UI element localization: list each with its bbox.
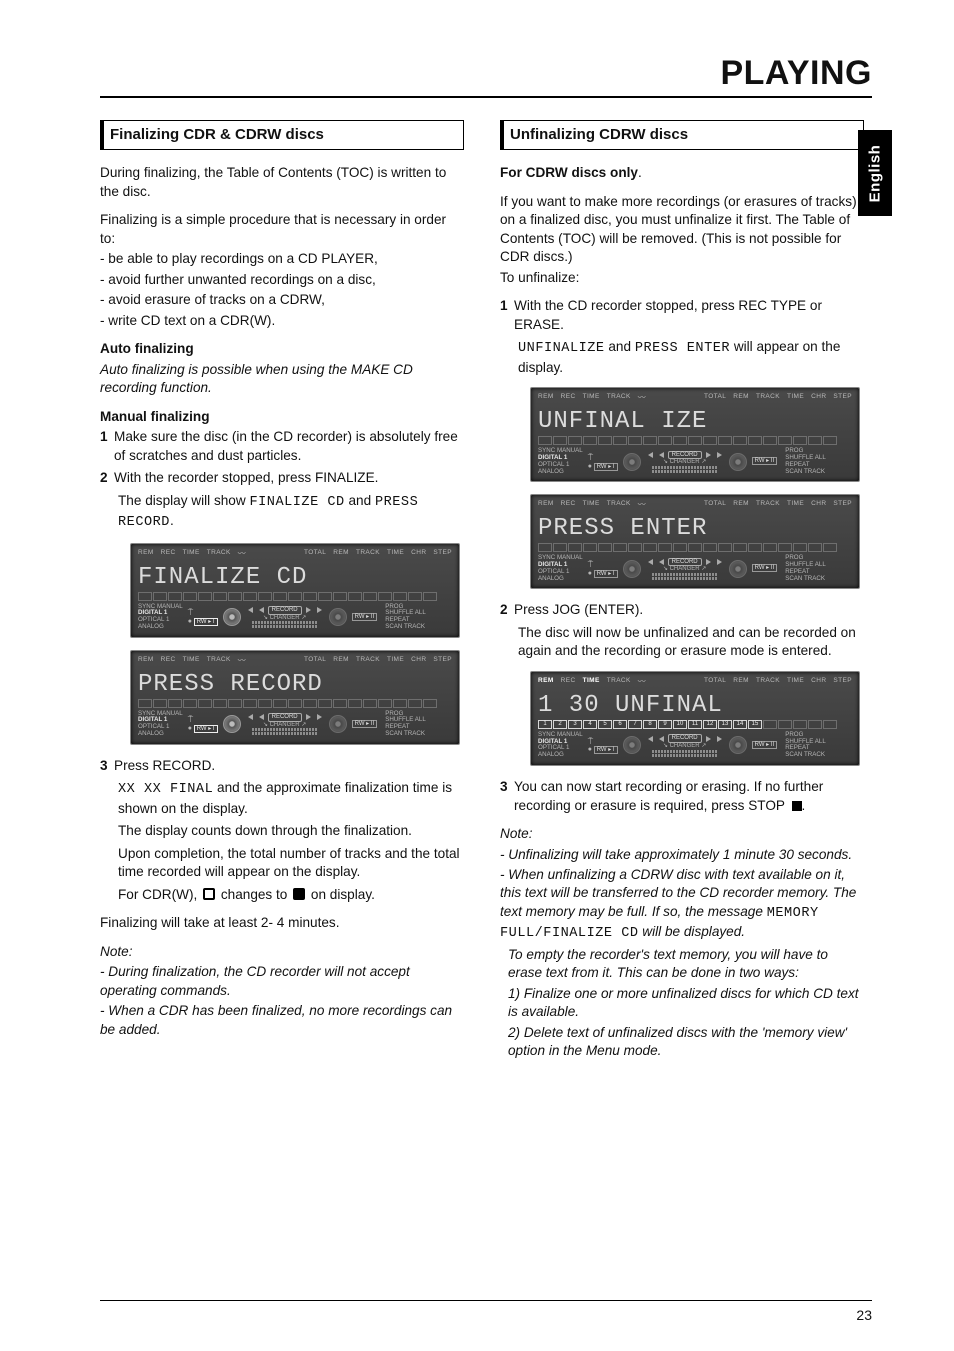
section-head-unfinalizing: Unfinalizing CDRW discs: [500, 120, 864, 150]
step2-detail: The disc will now be unfinalized and can…: [518, 624, 864, 661]
step-number: 2: [500, 601, 514, 619]
intro2: To unfinalize:: [500, 269, 864, 287]
right-column: Unfinalizing CDRW discs For CDRW discs o…: [500, 120, 864, 1061]
lcd-panel-unfinalize: REMRECTIMETRACK〰TOTALREMTRACKTIMECHRSTEP…: [530, 387, 860, 482]
step3-detail-c: Upon completion, the total number of tra…: [118, 845, 464, 882]
manual-finalizing-head: Manual finalizing: [100, 408, 464, 426]
step2-detail: The display will show FINALIZE CD and PR…: [118, 492, 464, 533]
step1-body: With the CD recorder stopped, press REC …: [514, 297, 864, 334]
intro1: If you want to make more recordings (or …: [500, 193, 864, 267]
step-number: 1: [500, 297, 514, 334]
top-rule: [100, 96, 872, 98]
closing-para: Finalizing will take at least 2- 4 minut…: [100, 914, 464, 932]
language-tab: English: [858, 130, 892, 216]
t: changes to: [217, 887, 291, 902]
step3-detail-b: The display counts down through the fina…: [118, 822, 464, 840]
stop-icon: [792, 801, 802, 811]
step3-detail-d: For CDR(W), changes to on display.: [118, 886, 464, 904]
seg-press-enter: PRESS ENTER: [635, 341, 730, 356]
note-c: To empty the recorder's text memory, you…: [508, 946, 864, 983]
notes-list: - During finalization, the CD recorder w…: [100, 963, 464, 1039]
bullet-item: - be able to play recordings on a CD PLA…: [100, 250, 464, 268]
lcd-panel-press-record: REMRECTIMETRACK〰TOTALREMTRACKTIMECHRSTEP…: [130, 650, 460, 745]
step2-body: Press JOG (ENTER).: [514, 601, 864, 619]
bullet-item: - write CD text on a CDR(W).: [100, 312, 464, 330]
t: For CDRW discs only: [500, 165, 638, 180]
step3-body: You can now start recording or erasing. …: [514, 778, 864, 815]
t: and: [345, 493, 375, 508]
note-a: - Unfinalizing will take approximately 1…: [500, 846, 864, 864]
left-column: Finalizing CDR & CDRW discs During final…: [100, 120, 464, 1061]
t: on display.: [307, 887, 375, 902]
bullet-list: - be able to play recordings on a CD PLA…: [100, 250, 464, 330]
intro-para: During finalizing, the Table of Contents…: [100, 164, 464, 201]
note-head: Note:: [100, 943, 464, 961]
lcd-panel-finalize: REMRECTIMETRACK〰TOTALREMTRACKTIMECHRSTEP…: [130, 543, 460, 638]
step-number: 3: [500, 778, 514, 815]
step3-detail-a: XX XX FINAL and the approximate finaliza…: [118, 779, 464, 818]
section-head-finalizing: Finalizing CDR & CDRW discs: [100, 120, 464, 150]
t: will be displayed.: [639, 924, 746, 939]
note-e: 2) Delete text of unfinalized discs with…: [508, 1024, 864, 1061]
note-item: - When a CDR has been finalized, no more…: [100, 1002, 464, 1039]
language-tab-label: English: [867, 144, 884, 202]
t: .: [802, 798, 806, 813]
t: You can now start recording or erasing. …: [514, 779, 823, 812]
cdrw-filled-glyph-icon: [293, 888, 305, 900]
step-number: 1: [100, 428, 114, 465]
note-d: 1) Finalize one or more unfinalized disc…: [508, 985, 864, 1022]
note-item: - During finalization, the CD recorder w…: [100, 963, 464, 1000]
lcd-panel-press-enter: REMRECTIMETRACK〰TOTALREMTRACKTIMECHRSTEP…: [530, 494, 860, 589]
t: For CDR(W),: [118, 887, 201, 902]
chapter-title: PLAYING: [720, 54, 872, 93]
t: and: [605, 339, 635, 354]
note-b: - When unfinalizing a CDRW disc with tex…: [500, 866, 864, 944]
t: .: [170, 513, 174, 528]
step2-body: With the recorder stopped, press FINALIZ…: [114, 469, 464, 487]
footer-rule: [100, 1300, 872, 1301]
cdrw-open-glyph-icon: [203, 888, 215, 900]
step1-body: Make sure the disc (in the CD recorder) …: [114, 428, 464, 465]
t: The display will show: [118, 493, 249, 508]
seg-xx-final: XX XX FINAL: [118, 782, 213, 797]
seg-finalize-cd: FINALIZE CD: [249, 495, 344, 510]
for-head: For CDRW discs only.: [500, 164, 864, 182]
bullet-item: - avoid further unwanted recordings on a…: [100, 271, 464, 289]
auto-finalizing-head: Auto finalizing: [100, 340, 464, 358]
auto-finalizing-body: Auto finalizing is possible when using t…: [100, 361, 464, 398]
bullet-item: - avoid erasure of tracks on a CDRW,: [100, 291, 464, 309]
lead-para: Finalizing is a simple procedure that is…: [100, 211, 464, 248]
note-head: Note:: [500, 825, 864, 843]
step1-detail: UNFINALIZE and PRESS ENTER will appear o…: [518, 338, 864, 377]
step3-body: Press RECORD.: [114, 757, 464, 775]
page-number: 23: [856, 1307, 872, 1323]
step-number: 3: [100, 757, 114, 775]
step-number: 2: [100, 469, 114, 487]
seg-unfinalize: UNFINALIZE: [518, 341, 605, 356]
lcd-panel-130-unfinal: REMRECTIMETRACK〰TOTALREMTRACKTIMECHRSTEP…: [530, 671, 860, 766]
